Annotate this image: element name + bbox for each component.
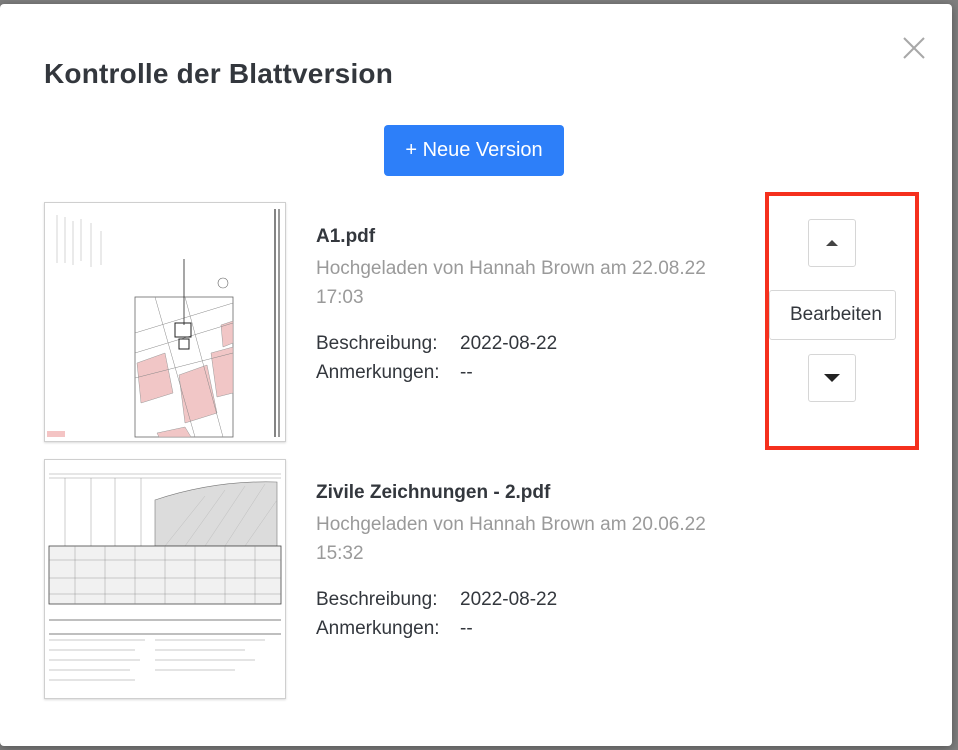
version-thumbnail[interactable] [44,459,286,699]
caret-down-icon [824,374,840,382]
file-name: Zivile Zeichnungen - 2.pdf [316,482,551,503]
version-meta: Beschreibung: 2022-08-22 Anmerkungen: -- [316,329,736,387]
version-info: Zivile Zeichnungen - 2.pdf Hochgeladen v… [316,482,736,643]
version-control-modal: Kontrolle der Blattversion + Neue Versio… [0,4,952,746]
version-thumbnail[interactable] [44,202,286,442]
modal-title: Kontrolle der Blattversion [44,58,394,89]
notes-label: Anmerkungen: [316,618,440,639]
upload-info: Hochgeladen von Hannah Brown am 22.08.22… [316,258,706,308]
description-value: 2022-08-22 [460,589,558,610]
description-value: 2022-08-22 [460,333,558,354]
close-icon[interactable] [901,35,927,61]
version-meta: Beschreibung: 2022-08-22 Anmerkungen: -- [316,585,736,643]
move-down-button[interactable] [808,354,856,402]
move-up-button[interactable] [808,219,856,267]
description-label: Beschreibung: [316,589,438,610]
version-info: A1.pdf Hochgeladen von Hannah Brown am 2… [316,226,736,387]
notes-value: -- [460,362,473,383]
description-label: Beschreibung: [316,333,438,354]
notes-value: -- [460,618,473,639]
upload-info: Hochgeladen von Hannah Brown am 20.06.22… [316,514,706,564]
edit-button[interactable]: Bearbeiten [769,290,896,340]
file-name: A1.pdf [316,226,376,247]
notes-label: Anmerkungen: [316,362,440,383]
new-version-button[interactable]: + Neue Version [384,125,564,176]
caret-up-icon [826,240,838,246]
